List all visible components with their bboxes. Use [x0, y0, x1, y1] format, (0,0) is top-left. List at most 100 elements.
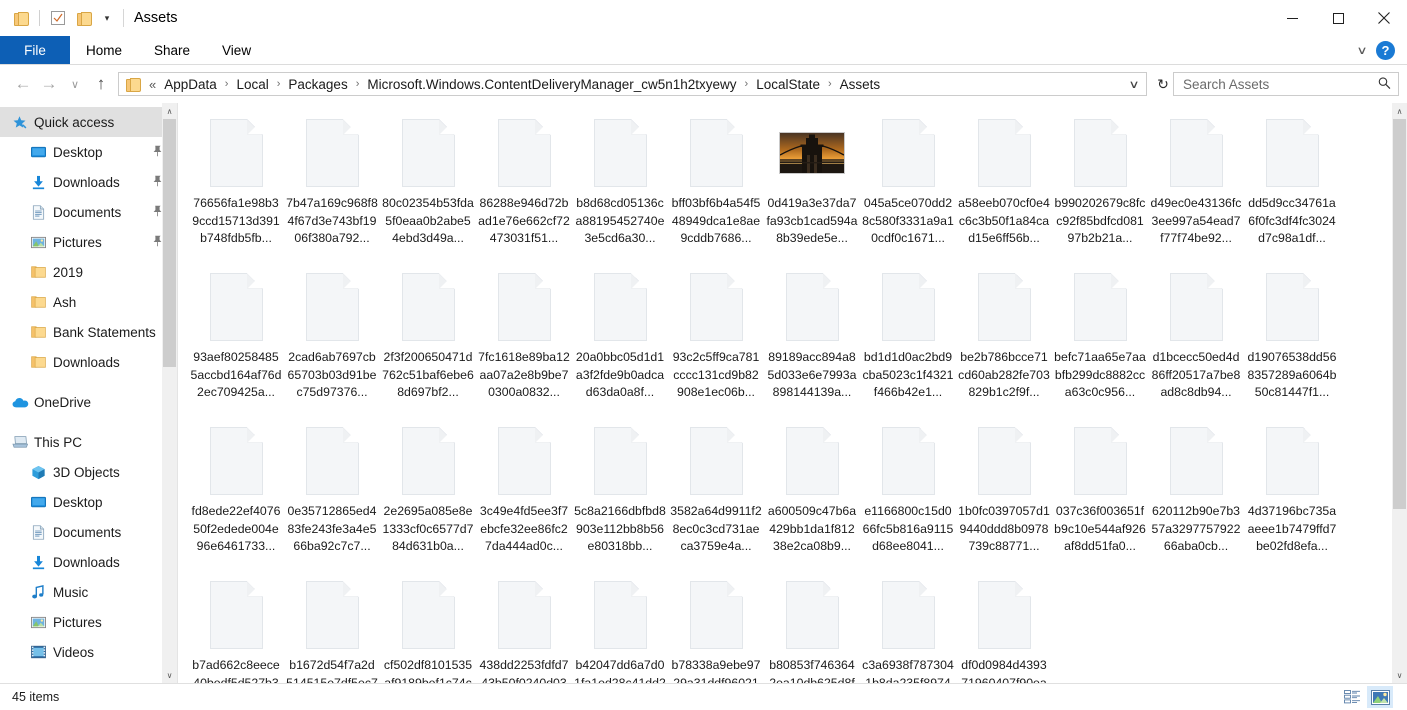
file-tile[interactable]: b8d68cd05136ca88195452740e3e5cd6a30...	[572, 111, 668, 265]
breadcrumb-localstate[interactable]: LocalState	[754, 77, 822, 92]
scroll-down-icon[interactable]: ∨	[1392, 667, 1407, 683]
minimize-button[interactable]	[1269, 0, 1315, 36]
file-tile[interactable]: bff03bf6b4a54f548949dca1e8ae9cddb7686...	[668, 111, 764, 265]
file-tile[interactable]: 1b0fc0397057d19440ddd8b0978739c88771...	[956, 419, 1052, 573]
nav-scroll-thumb[interactable]	[163, 119, 176, 367]
close-button[interactable]	[1361, 0, 1407, 36]
search-box[interactable]	[1173, 72, 1399, 96]
file-tile[interactable]: 0d419a3e37da7fa93cb1cad594a8b39ede5e...	[764, 111, 860, 265]
file-tile[interactable]: cf502df8101535af9189bef1c74c6c	[380, 573, 476, 683]
file-tile[interactable]: 7fc1618e89ba12aa07a2e8b9be70300a0832...	[476, 265, 572, 419]
file-tile[interactable]: be2b786bcce71cd60ab282fe703829b1c2f9f...	[956, 265, 1052, 419]
sidebar-item-quick-access[interactable]: Quick access	[0, 107, 177, 137]
file-list-pane[interactable]: 76656fa1e98b39ccd15713d391b748fdb5fb... 7…	[177, 103, 1407, 683]
nav-scroll-track[interactable]	[162, 119, 177, 667]
file-tile[interactable]: a600509c47b6a429bb1da1f81238e2ca08b9...	[764, 419, 860, 573]
content-scroll-thumb[interactable]	[1393, 119, 1406, 509]
sidebar-item-documents[interactable]: Documents	[0, 197, 177, 227]
recent-locations-icon[interactable]: ∨	[62, 71, 88, 97]
file-tile[interactable]: 93aef802584855accbd164af76d2ec709425a...	[188, 265, 284, 419]
tab-file[interactable]: File	[0, 36, 70, 64]
file-tile[interactable]: 89189acc894a85d033e6e7993a898144139a...	[764, 265, 860, 419]
file-tile[interactable]: b1672d54f7a2d514515e7df5ec73	[284, 573, 380, 683]
breadcrumb-packages[interactable]: Packages	[286, 77, 349, 92]
search-input[interactable]	[1183, 76, 1379, 92]
file-tile[interactable]: c3a6938f7873041b8da235f897466	[860, 573, 956, 683]
file-tile[interactable]: 76656fa1e98b39ccd15713d391b748fdb5fb...	[188, 111, 284, 265]
content-scroll-track[interactable]	[1392, 119, 1407, 667]
breadcrumb-separator[interactable]: ›	[822, 78, 838, 90]
properties-checkbox-icon[interactable]	[45, 5, 71, 31]
chevron-down-icon[interactable]: ▾	[97, 13, 117, 24]
refresh-button[interactable]: ↻	[1153, 76, 1173, 93]
file-tile[interactable]: 037c36f003651fb9c10e544af926af8dd51fa0..…	[1052, 419, 1148, 573]
file-tile[interactable]: b990202679c8fcc92f85bdfcd08197b2b21a...	[1052, 111, 1148, 265]
sidebar-item-3d-objects[interactable]: 3D Objects	[0, 457, 177, 487]
file-tile[interactable]: d1bcecc50ed4d86ff20517a7be8ad8c8db94...	[1148, 265, 1244, 419]
breadcrumb-bar[interactable]: « AppData › Local › Packages › Microsoft…	[118, 72, 1147, 96]
breadcrumb-separator[interactable]: ›	[219, 78, 235, 90]
sidebar-item-bank-statements[interactable]: Bank Statements	[0, 317, 177, 347]
file-tile[interactable]: bd1d1d0ac2bd9cba5023c1f4321f466b42e1...	[860, 265, 956, 419]
new-folder-icon[interactable]	[71, 5, 97, 31]
file-tile[interactable]: b42047dd6a7d01fa1ed28c41dd2	[572, 573, 668, 683]
file-tile[interactable]: 3582a64d9911f28ec0c3cd731aeca3759e4a...	[668, 419, 764, 573]
file-tile[interactable]: 2f3f200650471d762c51baf6ebe68d697bf2...	[380, 265, 476, 419]
scroll-up-icon[interactable]: ∧	[162, 103, 177, 119]
path-overflow-icon[interactable]: «	[147, 77, 162, 92]
tab-home[interactable]: Home	[70, 36, 138, 64]
breadcrumb-appdata[interactable]: AppData	[162, 77, 219, 92]
file-tile[interactable]: 0e35712865ed483fe243fe3a4e566ba92c7c7...	[284, 419, 380, 573]
sidebar-item-this-pc[interactable]: This PC	[0, 427, 177, 457]
file-tile[interactable]: 80c02354b53fda5f0eaa0b2abe54ebd3d49a...	[380, 111, 476, 265]
file-tile[interactable]: e1166800c15d066fc5b816a9115d68ee8041...	[860, 419, 956, 573]
back-button[interactable]: ←	[10, 71, 36, 97]
file-tile[interactable]: 3c49e4fd5ee3f7ebcfe32ee86fc27da444ad0c..…	[476, 419, 572, 573]
sidebar-item-2019[interactable]: 2019	[0, 257, 177, 287]
navigation-scrollbar[interactable]: ∧ ∨	[162, 103, 177, 683]
file-tile[interactable]: 93c2c5ff9ca781cccc131cd9b82908e1ec06b...	[668, 265, 764, 419]
file-tile[interactable]: b7ad662c8eece40bedf5d527b348	[188, 573, 284, 683]
file-tile[interactable]: 620112b90e7b357a329775792266aba0cb...	[1148, 419, 1244, 573]
forward-button[interactable]: →	[36, 71, 62, 97]
tab-share[interactable]: Share	[138, 36, 206, 64]
sidebar-item-music[interactable]: Music	[0, 577, 177, 607]
file-tile[interactable]: fd8ede22ef407650f2edede004e96e6461733...	[188, 419, 284, 573]
breadcrumb-separator[interactable]: ›	[350, 78, 366, 90]
folder-icon[interactable]	[8, 5, 34, 31]
file-tile[interactable]: 5c8a2166dbfbd8903e112bb8b56e80318bb...	[572, 419, 668, 573]
sidebar-item-pictures[interactable]: Pictures	[0, 227, 177, 257]
content-scrollbar[interactable]: ∧ ∨	[1392, 103, 1407, 683]
expand-ribbon-icon[interactable]: ∨	[1356, 44, 1367, 57]
sidebar-item-onedrive[interactable]: OneDrive	[0, 387, 177, 417]
sidebar-item-documents[interactable]: Documents	[0, 517, 177, 547]
sidebar-item-downloads[interactable]: Downloads	[0, 547, 177, 577]
large-icons-view-icon[interactable]	[1367, 686, 1393, 708]
details-view-icon[interactable]	[1339, 686, 1365, 708]
file-tile[interactable]: b80853f7463642ea10db625d8f3a	[764, 573, 860, 683]
breadcrumb-separator[interactable]: ›	[271, 78, 287, 90]
sidebar-item-ash[interactable]: Ash	[0, 287, 177, 317]
sidebar-item-videos[interactable]: Videos	[0, 637, 177, 667]
file-tile[interactable]: dd5d9cc34761a6f0fc3df4fc3024d7c98a1df...	[1244, 111, 1340, 265]
breadcrumb-separator[interactable]: ›	[739, 78, 755, 90]
sidebar-item-downloads[interactable]: Downloads	[0, 167, 177, 197]
up-button[interactable]: ↑	[88, 71, 114, 97]
file-tile[interactable]: b78338a9ebe9729a31ddf960212	[668, 573, 764, 683]
breadcrumb-local[interactable]: Local	[234, 77, 270, 92]
maximize-button[interactable]	[1315, 0, 1361, 36]
address-dropdown-icon[interactable]: ∨	[1117, 78, 1151, 91]
file-tile[interactable]: 045a5ce070dd28c580f3331a9a10cdf0c1671...	[860, 111, 956, 265]
sidebar-item-pictures[interactable]: Pictures	[0, 607, 177, 637]
breadcrumb-assets[interactable]: Assets	[838, 77, 883, 92]
scroll-down-icon[interactable]: ∨	[162, 667, 177, 683]
file-tile[interactable]: befc71aa65e7aabfb299dc8882cca63c0c956...	[1052, 265, 1148, 419]
sidebar-item-desktop[interactable]: Desktop	[0, 137, 177, 167]
breadcrumb-package-name[interactable]: Microsoft.Windows.ContentDeliveryManager…	[365, 77, 738, 92]
sidebar-item-downloads[interactable]: Downloads	[0, 347, 177, 377]
file-tile[interactable]: d49ec0e43136fc3ee997a54ead7f77f74be92...	[1148, 111, 1244, 265]
file-tile[interactable]: 20a0bbc05d1d1a3f2fde9b0adcad63da0a8f...	[572, 265, 668, 419]
file-tile[interactable]: d19076538dd568357289a6064b50c81447f1...	[1244, 265, 1340, 419]
sidebar-item-desktop[interactable]: Desktop	[0, 487, 177, 517]
file-tile[interactable]: 438dd2253fdfd743b50f0240d03e4	[476, 573, 572, 683]
